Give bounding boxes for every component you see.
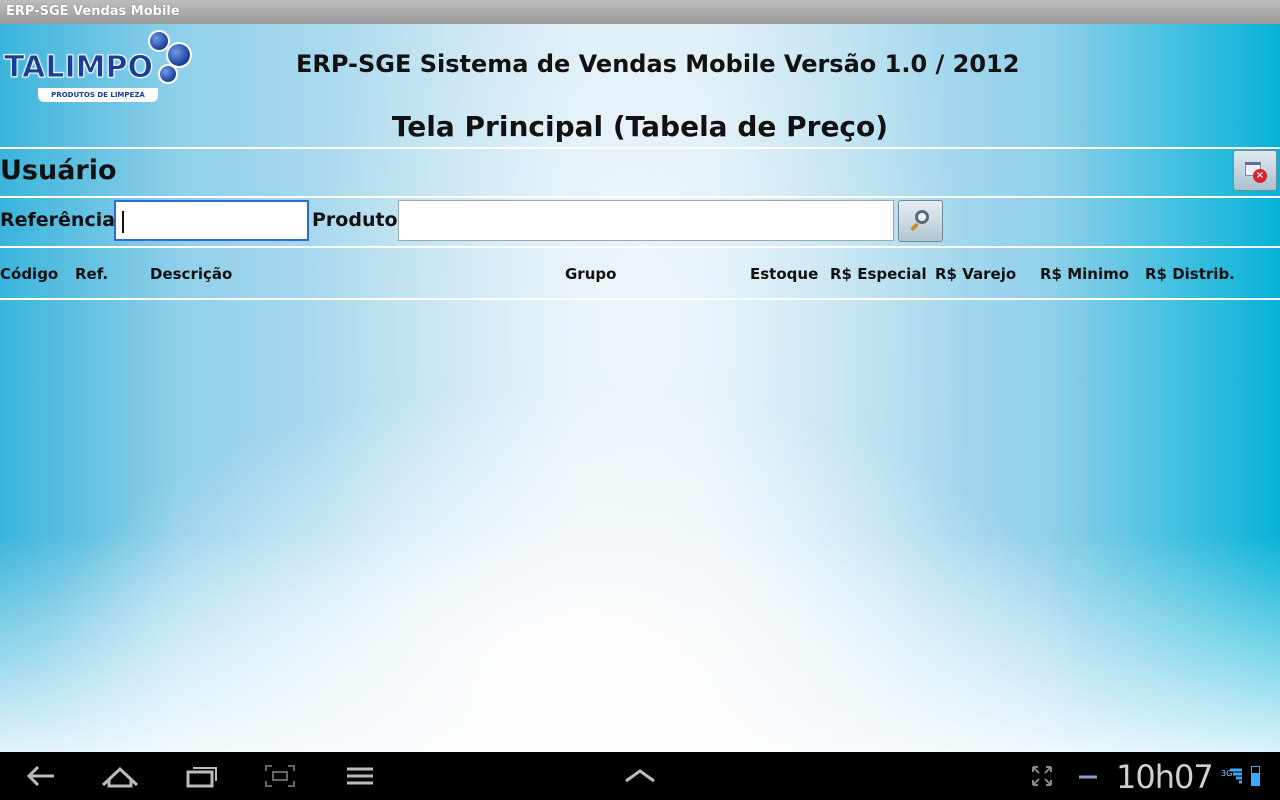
close-button[interactable]: × [1233, 150, 1277, 191]
close-icon: × [1253, 169, 1267, 183]
logo-wordmark: TALIMPO [4, 50, 154, 86]
column-header-estoque[interactable]: Estoque [750, 265, 818, 283]
column-header-grupo[interactable]: Grupo [565, 265, 616, 283]
referencia-input[interactable] [114, 200, 309, 241]
column-header-rs-especial[interactable]: R$ Especial [830, 265, 927, 283]
back-button[interactable] [18, 752, 62, 800]
column-header-rs-minimo[interactable]: R$ Minimo [1040, 265, 1129, 283]
column-header-ref[interactable]: Ref. [75, 265, 108, 283]
company-logo: TALIMPO PRODUTOS DE LIMPEZA [2, 28, 202, 108]
divider [0, 147, 1280, 149]
menu-button[interactable] [338, 752, 382, 800]
clock: 10h07 [1116, 758, 1214, 796]
produto-input[interactable] [398, 200, 894, 241]
search-button[interactable] [898, 200, 943, 242]
column-header-descricao[interactable]: Descrição [150, 265, 232, 283]
magnifier-icon [915, 210, 929, 224]
app-title: ERP-SGE Sistema de Vendas Mobile Versão … [296, 50, 1020, 78]
screenshot-icon [265, 765, 295, 787]
window-title: ERP-SGE Vendas Mobile [6, 4, 180, 19]
minimize-icon [1079, 775, 1097, 779]
home-icon [101, 766, 139, 788]
menu-icon [347, 767, 373, 785]
fullscreen-icon [1032, 766, 1052, 786]
recent-apps-icon [186, 767, 217, 788]
logo-tagline: PRODUTOS DE LIMPEZA [38, 88, 158, 102]
screen-title: Tela Principal (Tabela de Preço) [391, 110, 889, 143]
text-caret [122, 211, 124, 233]
system-navigation-bar: 10h07 3G [0, 752, 1280, 800]
user-label: Usuário [0, 155, 117, 186]
results-list[interactable] [0, 300, 1280, 750]
magnifier-handle [909, 222, 920, 232]
signal-icon [1230, 768, 1242, 784]
window-titlebar: ERP-SGE Vendas Mobile [0, 0, 1280, 24]
app-screen: TALIMPO PRODUTOS DE LIMPEZA ERP-SGE Sist… [0, 24, 1280, 752]
back-icon [26, 765, 54, 787]
battery-level [1252, 773, 1259, 785]
recent-apps-button[interactable] [180, 752, 224, 800]
screenshot-button[interactable] [258, 752, 302, 800]
fullscreen-button[interactable] [1028, 752, 1056, 800]
logo-bubble [158, 64, 178, 84]
divider [0, 246, 1280, 248]
column-header-codigo[interactable]: Código [0, 265, 58, 283]
produto-label: Produto: [312, 209, 406, 231]
column-header-rs-varejo[interactable]: R$ Varejo [935, 265, 1016, 283]
referencia-label: Referência: [0, 209, 123, 231]
battery-icon [1251, 766, 1260, 786]
minimize-button[interactable] [1076, 752, 1100, 800]
chevron-up-icon [625, 769, 655, 783]
app-drawer-button[interactable] [618, 752, 662, 800]
home-button[interactable] [98, 752, 142, 800]
divider [0, 196, 1280, 198]
column-header-rs-distrib[interactable]: R$ Distrib. [1145, 265, 1235, 283]
